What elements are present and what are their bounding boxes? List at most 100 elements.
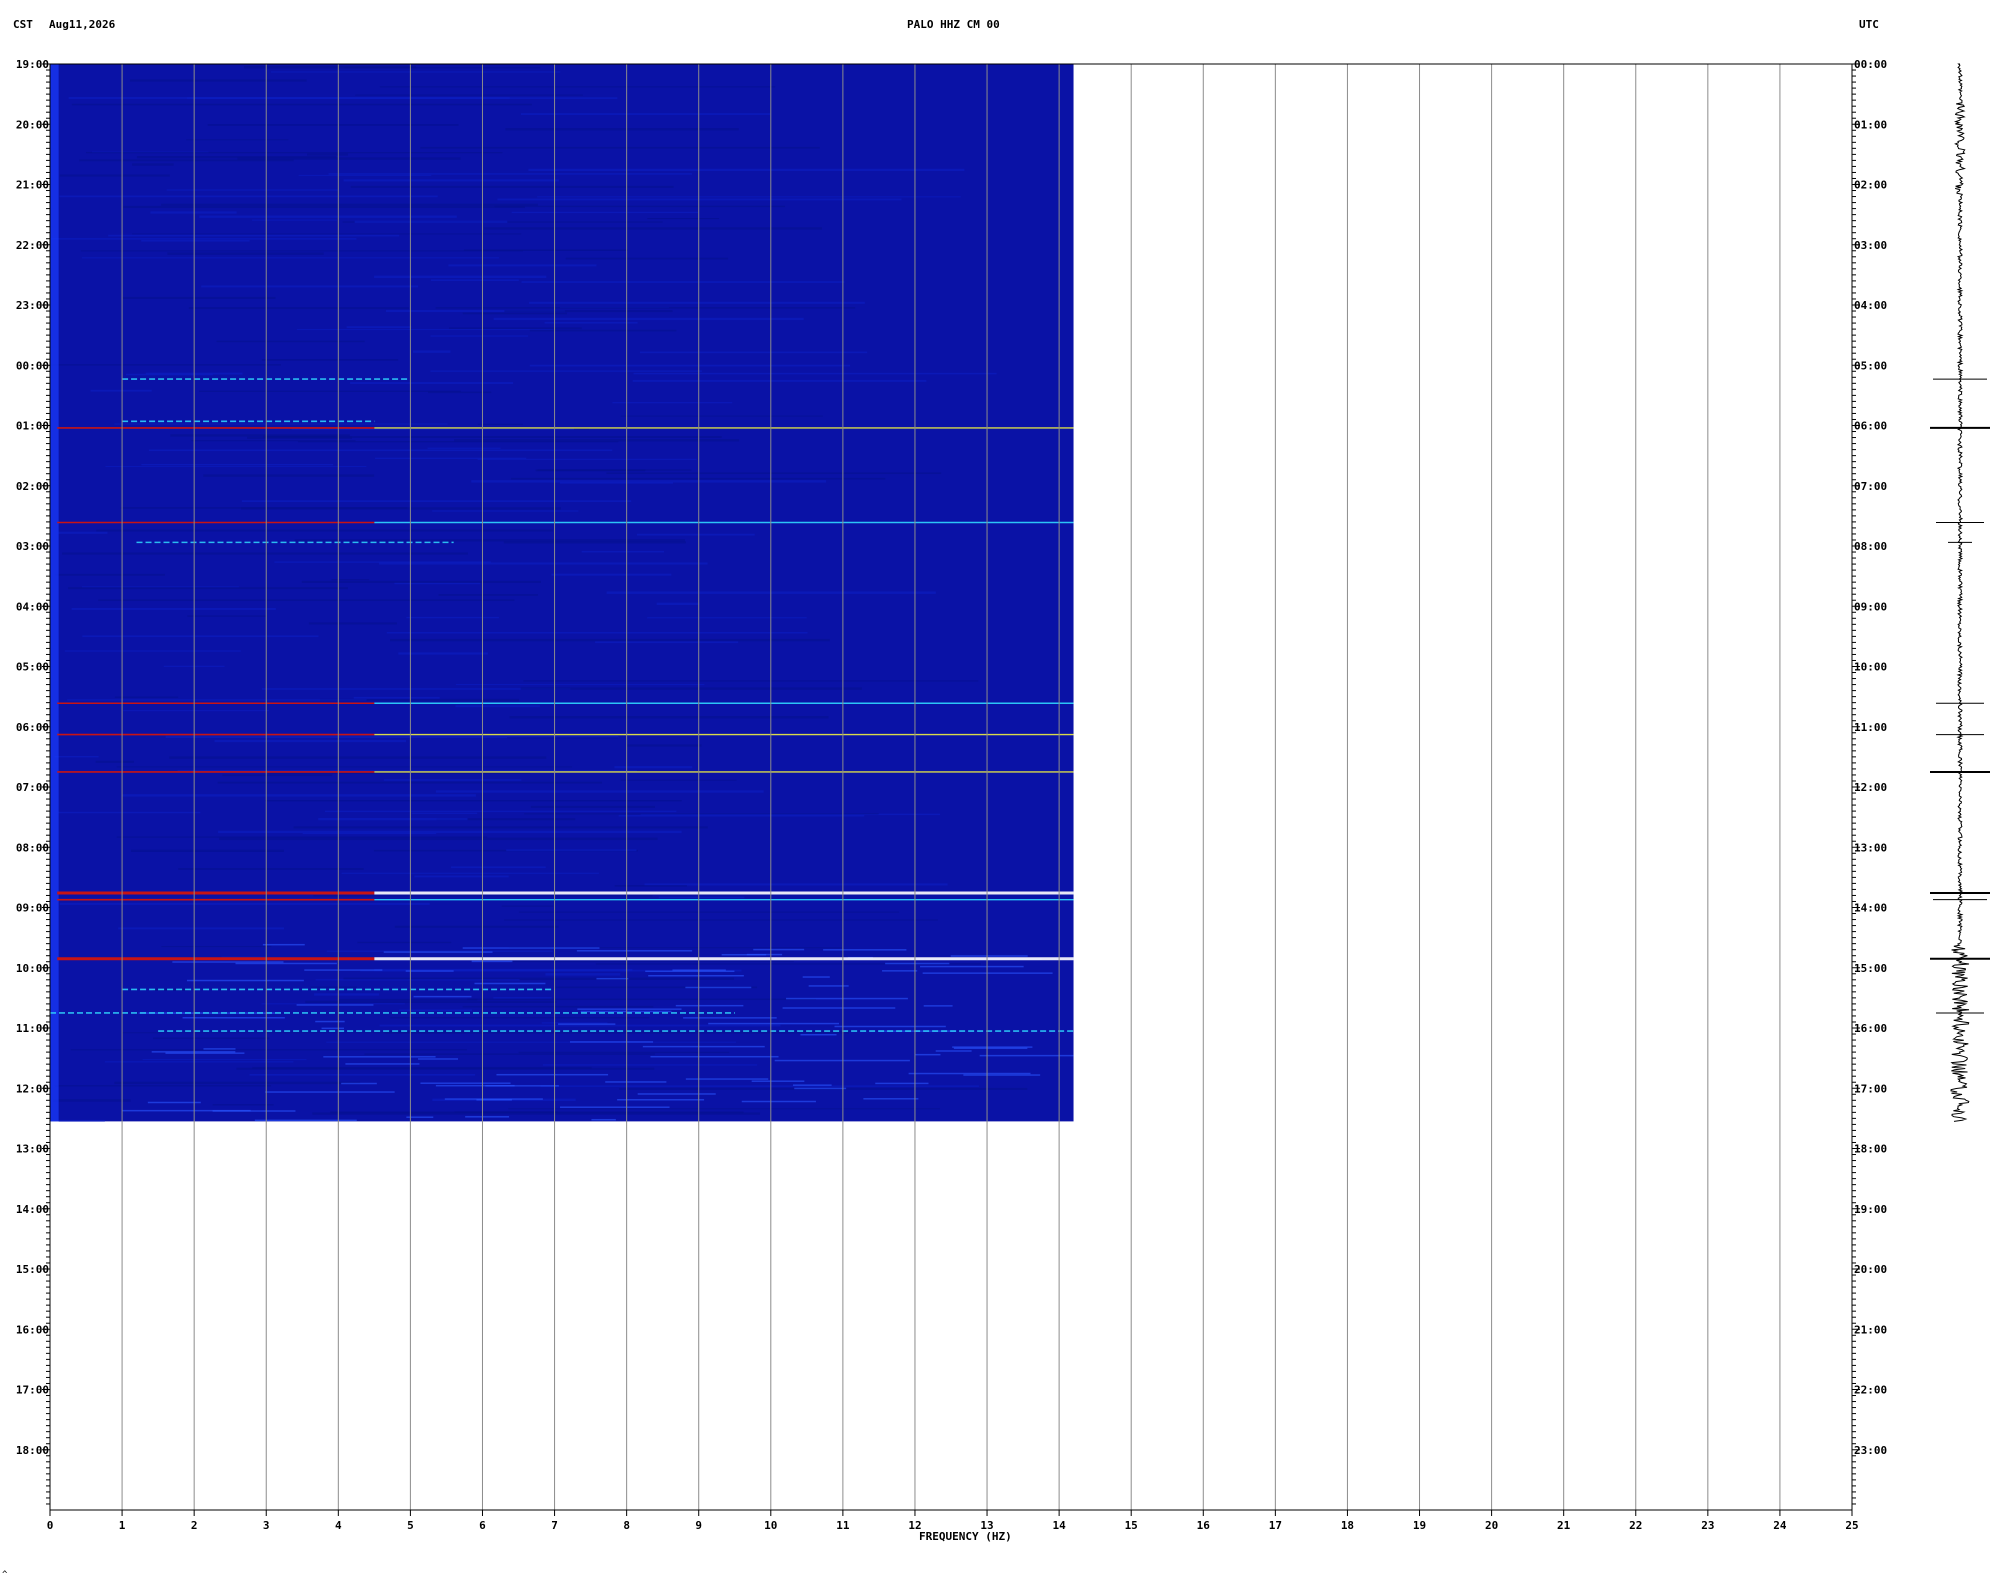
spectrogram-texture (467, 998, 816, 1001)
spectrogram-noise (794, 1087, 847, 1090)
spectrogram-texture (114, 1081, 361, 1085)
spectrogram-texture (520, 113, 771, 115)
spectrogram-texture (386, 632, 808, 634)
spectrogram-texture (71, 607, 276, 610)
x-tick-label: 6 (479, 1519, 486, 1532)
right-tick-label: 05:00 (1854, 359, 1887, 372)
spectrogram-noise (786, 997, 908, 1000)
spectrogram-texture (504, 310, 673, 313)
spectrogram-texture (188, 307, 409, 310)
spectrogram-texture (59, 174, 170, 177)
spectrogram-texture (314, 993, 380, 996)
spectrogram-noise (496, 1073, 609, 1076)
spectrogram-noise (203, 1048, 236, 1050)
spectrogram-texture (545, 973, 621, 976)
spectrogram-texture (509, 716, 829, 719)
spectrogram-texture (614, 885, 687, 887)
spectrogram-noise (885, 962, 950, 965)
spectrogram-texture (350, 382, 514, 385)
x-tick-label: 7 (551, 1519, 558, 1532)
spectrogram-texture (339, 998, 478, 1001)
spectrogram-noise (182, 1016, 285, 1019)
spectrogram-noise (952, 1046, 1033, 1048)
right-tick-label: 13:00 (1854, 841, 1887, 854)
right-tick-label: 00:00 (1854, 58, 1887, 71)
spectrogram-texture (153, 1037, 270, 1040)
spectrogram-noise (642, 1045, 765, 1048)
x-tick-label: 2 (191, 1519, 198, 1532)
spectrogram-noise (802, 976, 830, 978)
spectrogram-texture (326, 1041, 736, 1043)
left-tick-label: 18:00 (16, 1444, 49, 1457)
spectrogram-noise (605, 1081, 667, 1083)
spectrogram-texture (54, 755, 99, 758)
spectrogram-texture (293, 826, 708, 829)
spectrogram-noise (435, 1084, 515, 1087)
spectrogram-texture (264, 800, 682, 802)
spectrogram-texture (494, 205, 786, 208)
spectrogram-noise (147, 1101, 201, 1104)
spectrogram-texture (390, 1016, 650, 1019)
spectrogram-noise (323, 1056, 436, 1058)
spectrogram-texture (636, 533, 755, 536)
spectrogram-noise (637, 1093, 716, 1095)
spectrogram-texture (656, 602, 700, 606)
spectrogram-noise (122, 1109, 251, 1112)
spectrogram-texture (216, 340, 365, 343)
spectrogram-noise (265, 1091, 395, 1093)
spectrogram-texture (357, 941, 452, 944)
spectrogram-texture (435, 790, 764, 793)
spectrogram-texture (647, 218, 720, 220)
spectrogram-texture (130, 849, 284, 852)
right-tick-label: 20:00 (1854, 1263, 1887, 1276)
spectrogram-texture (614, 766, 693, 769)
spectrogram-texture (537, 469, 692, 471)
spectrogram-noise (172, 961, 284, 963)
spectrogram-texture (261, 359, 399, 361)
x-tick-label: 18 (1341, 1519, 1354, 1532)
spectrogram-heatmap (50, 64, 1074, 1122)
spectrogram-texture (411, 812, 478, 814)
spectrogram-texture (537, 196, 961, 198)
spectrogram-texture (116, 766, 573, 768)
spectrogram-noise (792, 1084, 832, 1086)
spectrogram-texture (435, 307, 856, 309)
right-tick-label: 11:00 (1854, 721, 1887, 734)
spectrogram-texture (341, 872, 599, 874)
spectrogram-texture (346, 326, 412, 329)
spectrogram-texture (122, 1032, 466, 1034)
spectrogram-texture (497, 198, 902, 201)
spectrogram-texture (310, 986, 357, 988)
spectrogram-texture (389, 638, 830, 642)
left-tick-label: 06:00 (16, 721, 49, 734)
x-tick-label: 22 (1629, 1519, 1642, 1532)
spectrogram-texture (67, 699, 367, 701)
spectrogram-chart: 19:00 00:00 20:00 01:00 21:00 02:00 22:00 03:00… (16, 58, 1990, 1543)
spectrogram-texture (612, 402, 733, 404)
spectrogram-texture (374, 275, 547, 279)
spectrogram-noise (262, 943, 305, 946)
spectrogram-texture (214, 739, 407, 743)
spectrogram-texture (90, 389, 152, 392)
spectrogram-texture (644, 883, 948, 886)
left-tick-label: 00:00 (16, 359, 49, 372)
spectrogram-texture (274, 561, 491, 563)
spectrogram-noise (465, 1116, 510, 1118)
spectrogram-texture (511, 211, 699, 214)
spectrogram-texture (658, 896, 745, 899)
spectrogram-texture (96, 529, 554, 532)
spectrogram-noise (444, 1098, 543, 1100)
spectrogram-texture (455, 684, 705, 686)
spectrogram-texture (344, 67, 541, 69)
spectrogram-noise (405, 970, 454, 972)
spectrogram-texture (529, 301, 865, 304)
spectrogram-texture (166, 189, 339, 191)
spectrogram-texture (414, 875, 509, 878)
spectrogram-texture (308, 622, 397, 625)
spectrogram-texture (524, 813, 879, 815)
spectrogram-texture (383, 779, 522, 781)
spectrogram-texture (559, 482, 674, 484)
spectrogram-noise (741, 1100, 816, 1103)
spectrogram-texture (508, 1108, 941, 1110)
spectrogram-texture (529, 329, 677, 332)
